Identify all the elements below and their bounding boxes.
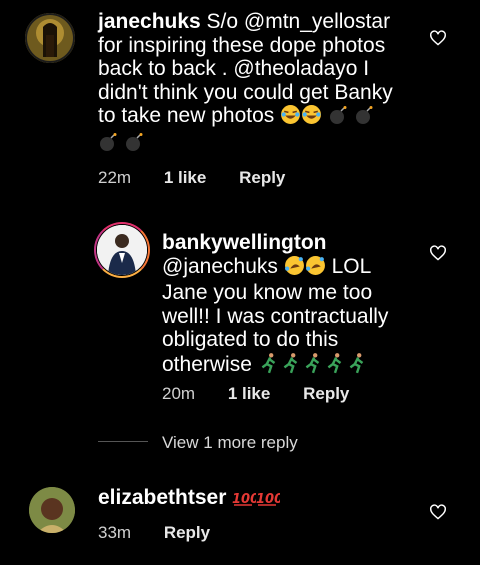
comment-meta: 22m 1 like Reply bbox=[98, 168, 285, 188]
comment-line: well!! I was contractually bbox=[162, 304, 389, 328]
comment-text: elizabethtser 100100 bbox=[98, 486, 398, 513]
rolling-on-floor-laughing-icon bbox=[284, 255, 305, 282]
bomb-icon bbox=[124, 132, 144, 158]
reply-button[interactable]: Reply bbox=[239, 168, 285, 188]
avatar[interactable] bbox=[29, 487, 75, 533]
avatar[interactable] bbox=[25, 13, 75, 63]
timestamp: 22m bbox=[98, 168, 132, 187]
comment-meta: 20m 1 like Reply bbox=[162, 384, 349, 404]
heart-outline-icon[interactable] bbox=[429, 245, 447, 261]
person-running-icon bbox=[302, 352, 324, 380]
timestamp: 33m bbox=[98, 523, 132, 542]
timestamp: 20m bbox=[162, 384, 196, 403]
comment-line: Jane you know me too bbox=[162, 281, 373, 304]
username[interactable]: bankywellington bbox=[162, 231, 327, 254]
comment-line: obligated to do this bbox=[162, 328, 339, 351]
username[interactable]: janechuks bbox=[98, 10, 201, 33]
comment-line: LOL bbox=[325, 254, 372, 278]
person-running-icon bbox=[258, 352, 280, 380]
hundred-points-icon: 100 bbox=[232, 489, 259, 513]
comment-text: bankywellington @janechuks LOL Jane you … bbox=[162, 231, 442, 379]
bomb-icon bbox=[98, 132, 118, 158]
bomb-icon bbox=[328, 105, 348, 131]
heart-outline-icon[interactable] bbox=[429, 30, 447, 46]
heart-outline-icon[interactable] bbox=[429, 504, 447, 520]
person-running-icon bbox=[346, 352, 368, 380]
person-running-icon bbox=[324, 352, 346, 380]
username[interactable]: elizabethtser bbox=[98, 486, 226, 509]
comment-meta: 33m Reply bbox=[98, 523, 210, 543]
person-running-icon bbox=[280, 352, 302, 380]
mention-link[interactable]: @janechuks bbox=[162, 255, 278, 278]
avatar[interactable] bbox=[97, 225, 147, 275]
comment-text: janechuks S/o @mtn_yellostar for inspiri… bbox=[98, 10, 438, 157]
comment-line: back to back . @theoladayo I bbox=[98, 57, 370, 80]
comment-line: otherwise bbox=[162, 352, 252, 376]
divider bbox=[98, 441, 148, 442]
comment-line: to take new photos bbox=[98, 104, 275, 127]
reply-button[interactable]: Reply bbox=[164, 523, 210, 543]
face-with-tears-of-joy-icon bbox=[301, 104, 322, 131]
view-more-replies-button[interactable]: View 1 more reply bbox=[162, 433, 298, 453]
comment-line: didn't think you could get Banky bbox=[98, 80, 393, 104]
bomb-icon bbox=[354, 105, 374, 131]
hundred-points-icon: 100 bbox=[256, 489, 283, 513]
reply-button[interactable]: Reply bbox=[303, 384, 349, 404]
comment-line: for inspiring these dope photos bbox=[98, 33, 386, 57]
rolling-on-floor-laughing-icon bbox=[305, 255, 326, 282]
likes-count[interactable]: 1 like bbox=[228, 384, 271, 404]
comment-line: S/o @mtn_yellostar bbox=[200, 10, 391, 33]
likes-count[interactable]: 1 like bbox=[164, 168, 207, 188]
face-with-tears-of-joy-icon bbox=[280, 104, 301, 131]
